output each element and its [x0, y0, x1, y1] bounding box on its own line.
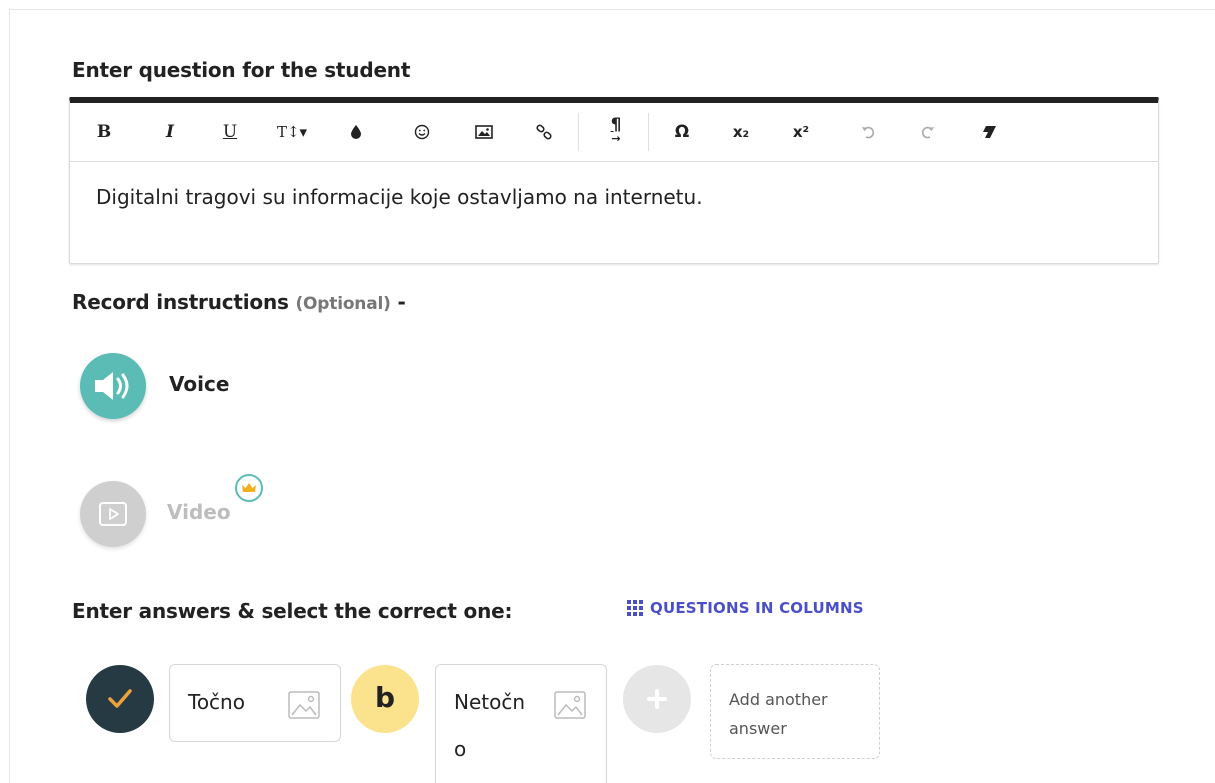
toolbar-divider [648, 113, 649, 151]
plus-icon [647, 689, 667, 709]
voice-label[interactable]: Voice [169, 372, 229, 396]
font-size-button[interactable]: T↕▾ [272, 103, 312, 161]
video-play-icon [99, 502, 127, 526]
questions-in-columns-label: QUESTIONS IN COLUMNS [650, 599, 864, 617]
editor-toolbar: B I U T↕▾ ¶ → Ω x₂ x² [70, 103, 1158, 162]
undo-icon [862, 126, 875, 139]
answer-marker-correct[interactable] [86, 665, 154, 733]
toolbar-divider [578, 113, 579, 151]
voice-record-button[interactable] [80, 353, 146, 419]
image-placeholder-icon[interactable] [554, 691, 586, 719]
questions-in-columns-link[interactable]: QUESTIONS IN COLUMNS [626, 599, 864, 617]
answer-text-1[interactable]: Točno [188, 690, 245, 714]
special-chars-button[interactable]: Ω [670, 103, 694, 161]
video-record-button[interactable] [80, 481, 146, 547]
optional-label: (Optional) [295, 294, 391, 314]
redo-button[interactable] [916, 103, 940, 161]
redo-icon [921, 126, 934, 139]
instructions-title-text: Record instructions [72, 290, 289, 314]
video-label[interactable]: Video [167, 500, 231, 524]
emoji-button[interactable] [410, 103, 434, 161]
undo-button[interactable] [856, 103, 880, 161]
answer-box-2[interactable]: Netočn o [435, 664, 607, 783]
link-button[interactable] [532, 103, 556, 161]
letter-b-icon: b [374, 680, 396, 714]
answer-box-1[interactable]: Točno [169, 664, 341, 742]
answer-text-2-line1[interactable]: Netočn [454, 690, 525, 714]
add-another-answer-label: Add another answer [729, 690, 828, 738]
text-color-button[interactable] [344, 103, 368, 161]
eraser-icon [980, 126, 996, 138]
italic-button[interactable]: I [158, 103, 182, 161]
crown-icon [242, 483, 256, 492]
instructions-section-title: Record instructions (Optional) - [72, 290, 406, 314]
emoji-icon [414, 124, 430, 140]
answers-section-title: Enter answers & select the correct one: [72, 599, 513, 623]
paragraph-button[interactable]: ¶ → [604, 103, 628, 161]
arrow-right-icon: → [611, 132, 621, 145]
answer-text-2-line2[interactable]: o [454, 737, 466, 761]
add-another-answer-box[interactable]: Add another answer [710, 664, 880, 759]
question-section-title: Enter question for the student [72, 58, 411, 82]
question-text[interactable]: Digitalni tragovi su informacije koje os… [96, 185, 703, 209]
image-button[interactable] [472, 103, 496, 161]
add-answer-button[interactable] [623, 665, 691, 733]
superscript-button[interactable]: x² [786, 103, 816, 161]
bold-button[interactable]: B [92, 103, 116, 161]
subscript-button[interactable]: x₂ [726, 103, 756, 161]
grid-icon [627, 600, 643, 616]
image-placeholder-icon[interactable] [288, 691, 320, 719]
answer-marker-2[interactable]: b [351, 665, 419, 733]
question-editor[interactable]: B I U T↕▾ ¶ → Ω x₂ x² Digitalni tragovi … [69, 97, 1159, 264]
clear-format-button[interactable] [976, 103, 1000, 161]
title-dash: - [397, 290, 406, 314]
underline-button[interactable]: U [218, 103, 242, 161]
image-icon [475, 125, 493, 139]
drop-icon [351, 125, 361, 139]
paragraph-label: ¶ [610, 115, 622, 135]
check-icon [108, 689, 132, 708]
link-icon [536, 124, 552, 140]
speaker-icon [95, 372, 129, 400]
premium-badge [235, 474, 263, 502]
